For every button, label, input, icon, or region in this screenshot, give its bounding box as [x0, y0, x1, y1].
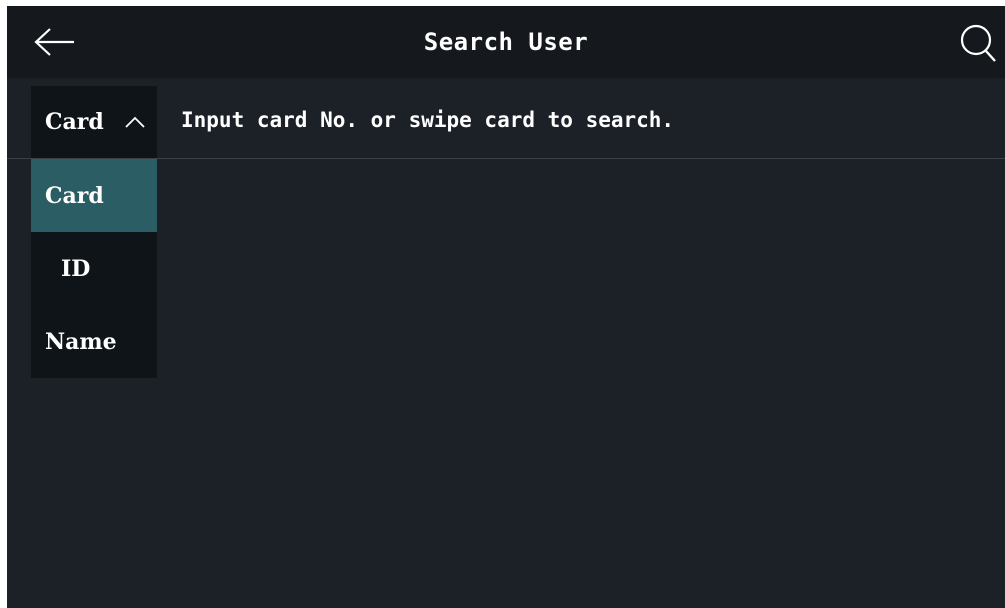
chevron-up-icon [125, 116, 145, 128]
search-button[interactable] [951, 20, 1005, 66]
search-bar: Card [7, 78, 1005, 159]
dropdown-option-label: ID [61, 255, 91, 282]
dropdown-option-label: Card [45, 182, 104, 209]
search-type-label: Card [45, 109, 104, 135]
header-bar: Search User [7, 6, 1005, 78]
search-type-dropdown: Card ID Name [31, 159, 157, 378]
dropdown-option-id[interactable]: ID [31, 232, 157, 305]
dropdown-option-card[interactable]: Card [31, 159, 157, 232]
dropdown-option-name[interactable]: Name [31, 305, 157, 378]
screen: Search User Card Card ID Name [7, 6, 1005, 608]
search-type-select[interactable]: Card [31, 86, 157, 158]
search-icon [960, 24, 996, 62]
back-button[interactable] [31, 20, 79, 64]
dropdown-option-label: Name [45, 328, 117, 355]
search-input[interactable] [181, 100, 961, 140]
arrow-left-icon [34, 28, 74, 56]
page-title: Search User [423, 28, 589, 56]
